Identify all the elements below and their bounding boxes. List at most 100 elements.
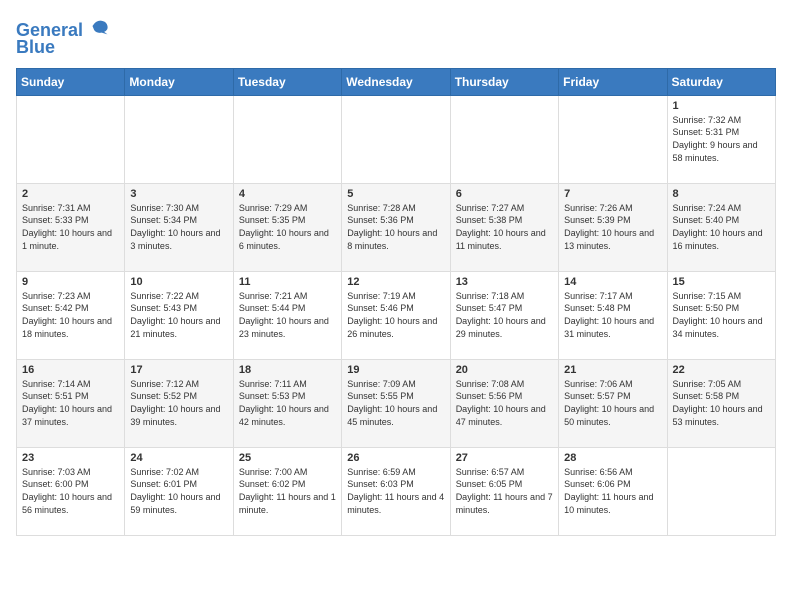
day-number: 13 — [456, 276, 553, 288]
day-cell — [342, 95, 450, 183]
day-cell: 10 Sunrise: 7:22 AM Sunset: 5:43 PM Dayli… — [125, 271, 233, 359]
day-cell: 12 Sunrise: 7:19 AM Sunset: 5:46 PM Dayli… — [342, 271, 450, 359]
day-info: Sunrise: 7:27 AM Sunset: 5:38 PM Dayligh… — [456, 202, 553, 252]
day-cell: 15 Sunrise: 7:15 AM Sunset: 5:50 PM Dayli… — [667, 271, 775, 359]
day-cell: 14 Sunrise: 7:17 AM Sunset: 5:48 PM Dayli… — [559, 271, 667, 359]
day-number: 27 — [456, 452, 553, 464]
day-cell: 9 Sunrise: 7:23 AM Sunset: 5:42 PM Daylig… — [17, 271, 125, 359]
day-info: Sunrise: 7:06 AM Sunset: 5:57 PM Dayligh… — [564, 378, 661, 428]
day-number: 16 — [22, 364, 119, 376]
weekday-header-monday: Monday — [125, 68, 233, 95]
day-info: Sunrise: 7:09 AM Sunset: 5:55 PM Dayligh… — [347, 378, 444, 428]
day-number: 9 — [22, 276, 119, 288]
day-cell: 5 Sunrise: 7:28 AM Sunset: 5:36 PM Daylig… — [342, 183, 450, 271]
week-row-3: 9 Sunrise: 7:23 AM Sunset: 5:42 PM Daylig… — [17, 271, 776, 359]
day-number: 22 — [673, 364, 770, 376]
day-cell: 24 Sunrise: 7:02 AM Sunset: 6:01 PM Dayli… — [125, 447, 233, 535]
day-info: Sunrise: 6:56 AM Sunset: 6:06 PM Dayligh… — [564, 466, 661, 516]
day-info: Sunrise: 7:17 AM Sunset: 5:48 PM Dayligh… — [564, 290, 661, 340]
day-info: Sunrise: 6:57 AM Sunset: 6:05 PM Dayligh… — [456, 466, 553, 516]
day-info: Sunrise: 7:21 AM Sunset: 5:44 PM Dayligh… — [239, 290, 336, 340]
day-cell — [233, 95, 341, 183]
day-info: Sunrise: 6:59 AM Sunset: 6:03 PM Dayligh… — [347, 466, 444, 516]
day-cell: 16Sunrise: 7:14 AM Sunset: 5:51 PM Dayli… — [17, 359, 125, 447]
day-info: Sunrise: 7:19 AM Sunset: 5:46 PM Dayligh… — [347, 290, 444, 340]
day-number: 24 — [130, 452, 227, 464]
day-cell: 4 Sunrise: 7:29 AM Sunset: 5:35 PM Daylig… — [233, 183, 341, 271]
logo-icon — [90, 16, 110, 36]
day-cell: 3 Sunrise: 7:30 AM Sunset: 5:34 PM Daylig… — [125, 183, 233, 271]
day-info: Sunrise: 7:30 AM Sunset: 5:34 PM Dayligh… — [130, 202, 227, 252]
day-info: Sunrise: 7:24 AM Sunset: 5:40 PM Dayligh… — [673, 202, 770, 252]
day-info: Sunrise: 7:31 AM Sunset: 5:33 PM Dayligh… — [22, 202, 119, 252]
day-cell: 23 Sunrise: 7:03 AM Sunset: 6:00 PM Dayli… — [17, 447, 125, 535]
day-number: 10 — [130, 276, 227, 288]
day-info: Sunrise: 7:28 AM Sunset: 5:36 PM Dayligh… — [347, 202, 444, 252]
day-cell: 21 Sunrise: 7:06 AM Sunset: 5:57 PM Dayli… — [559, 359, 667, 447]
day-cell: 19 Sunrise: 7:09 AM Sunset: 5:55 PM Dayli… — [342, 359, 450, 447]
day-info: Sunrise: 7:12 AM Sunset: 5:52 PM Dayligh… — [130, 378, 227, 428]
day-info: Sunrise: 7:05 AM Sunset: 5:58 PM Dayligh… — [673, 378, 770, 428]
day-cell: 20 Sunrise: 7:08 AM Sunset: 5:56 PM Dayli… — [450, 359, 558, 447]
day-number: 6 — [456, 188, 553, 200]
day-number: 5 — [347, 188, 444, 200]
day-cell: 11 Sunrise: 7:21 AM Sunset: 5:44 PM Dayli… — [233, 271, 341, 359]
day-cell: 13 Sunrise: 7:18 AM Sunset: 5:47 PM Dayli… — [450, 271, 558, 359]
day-number: 15 — [673, 276, 770, 288]
day-cell: 26Sunrise: 6:59 AM Sunset: 6:03 PM Dayli… — [342, 447, 450, 535]
weekday-header-tuesday: Tuesday — [233, 68, 341, 95]
day-info: Sunrise: 7:02 AM Sunset: 6:01 PM Dayligh… — [130, 466, 227, 516]
day-cell: 17 Sunrise: 7:12 AM Sunset: 5:52 PM Dayli… — [125, 359, 233, 447]
day-cell: 18 Sunrise: 7:11 AM Sunset: 5:53 PM Dayli… — [233, 359, 341, 447]
day-cell — [17, 95, 125, 183]
weekday-header-thursday: Thursday — [450, 68, 558, 95]
page-header: General Blue — [16, 16, 776, 58]
day-number: 8 — [673, 188, 770, 200]
day-number: 25 — [239, 452, 336, 464]
day-info: Sunrise: 7:15 AM Sunset: 5:50 PM Dayligh… — [673, 290, 770, 340]
day-cell: 28Sunrise: 6:56 AM Sunset: 6:06 PM Dayli… — [559, 447, 667, 535]
day-number: 4 — [239, 188, 336, 200]
day-cell: 22 Sunrise: 7:05 AM Sunset: 5:58 PM Dayli… — [667, 359, 775, 447]
day-cell — [450, 95, 558, 183]
calendar-table: SundayMondayTuesdayWednesdayThursdayFrid… — [16, 68, 776, 536]
day-info: Sunrise: 7:00 AM Sunset: 6:02 PM Dayligh… — [239, 466, 336, 516]
day-info: Sunrise: 7:03 AM Sunset: 6:00 PM Dayligh… — [22, 466, 119, 516]
day-number: 2 — [22, 188, 119, 200]
day-number: 3 — [130, 188, 227, 200]
day-cell: 25 Sunrise: 7:00 AM Sunset: 6:02 PM Dayli… — [233, 447, 341, 535]
day-cell: 7Sunrise: 7:26 AM Sunset: 5:39 PM Daylig… — [559, 183, 667, 271]
day-number: 21 — [564, 364, 661, 376]
day-cell: 1Sunrise: 7:32 AM Sunset: 5:31 PM Daylig… — [667, 95, 775, 183]
day-info: Sunrise: 7:11 AM Sunset: 5:53 PM Dayligh… — [239, 378, 336, 428]
week-row-2: 2 Sunrise: 7:31 AM Sunset: 5:33 PM Daylig… — [17, 183, 776, 271]
day-info: Sunrise: 7:29 AM Sunset: 5:35 PM Dayligh… — [239, 202, 336, 252]
day-cell — [125, 95, 233, 183]
week-row-1: 1Sunrise: 7:32 AM Sunset: 5:31 PM Daylig… — [17, 95, 776, 183]
day-number: 1 — [673, 100, 770, 112]
weekday-header-saturday: Saturday — [667, 68, 775, 95]
weekday-header-friday: Friday — [559, 68, 667, 95]
day-cell: 2 Sunrise: 7:31 AM Sunset: 5:33 PM Daylig… — [17, 183, 125, 271]
day-number: 17 — [130, 364, 227, 376]
day-cell: 8 Sunrise: 7:24 AM Sunset: 5:40 PM Daylig… — [667, 183, 775, 271]
weekday-header-wednesday: Wednesday — [342, 68, 450, 95]
day-info: Sunrise: 7:18 AM Sunset: 5:47 PM Dayligh… — [456, 290, 553, 340]
weekday-header-row: SundayMondayTuesdayWednesdayThursdayFrid… — [17, 68, 776, 95]
day-cell — [559, 95, 667, 183]
weekday-header-sunday: Sunday — [17, 68, 125, 95]
day-cell: 27 Sunrise: 6:57 AM Sunset: 6:05 PM Dayli… — [450, 447, 558, 535]
week-row-4: 16Sunrise: 7:14 AM Sunset: 5:51 PM Dayli… — [17, 359, 776, 447]
day-number: 14 — [564, 276, 661, 288]
day-number: 12 — [347, 276, 444, 288]
day-info: Sunrise: 7:22 AM Sunset: 5:43 PM Dayligh… — [130, 290, 227, 340]
logo: General Blue — [16, 16, 110, 58]
day-number: 11 — [239, 276, 336, 288]
day-number: 19 — [347, 364, 444, 376]
day-cell — [667, 447, 775, 535]
day-info: Sunrise: 7:08 AM Sunset: 5:56 PM Dayligh… — [456, 378, 553, 428]
day-number: 20 — [456, 364, 553, 376]
day-number: 18 — [239, 364, 336, 376]
day-info: Sunrise: 7:23 AM Sunset: 5:42 PM Dayligh… — [22, 290, 119, 340]
day-number: 23 — [22, 452, 119, 464]
